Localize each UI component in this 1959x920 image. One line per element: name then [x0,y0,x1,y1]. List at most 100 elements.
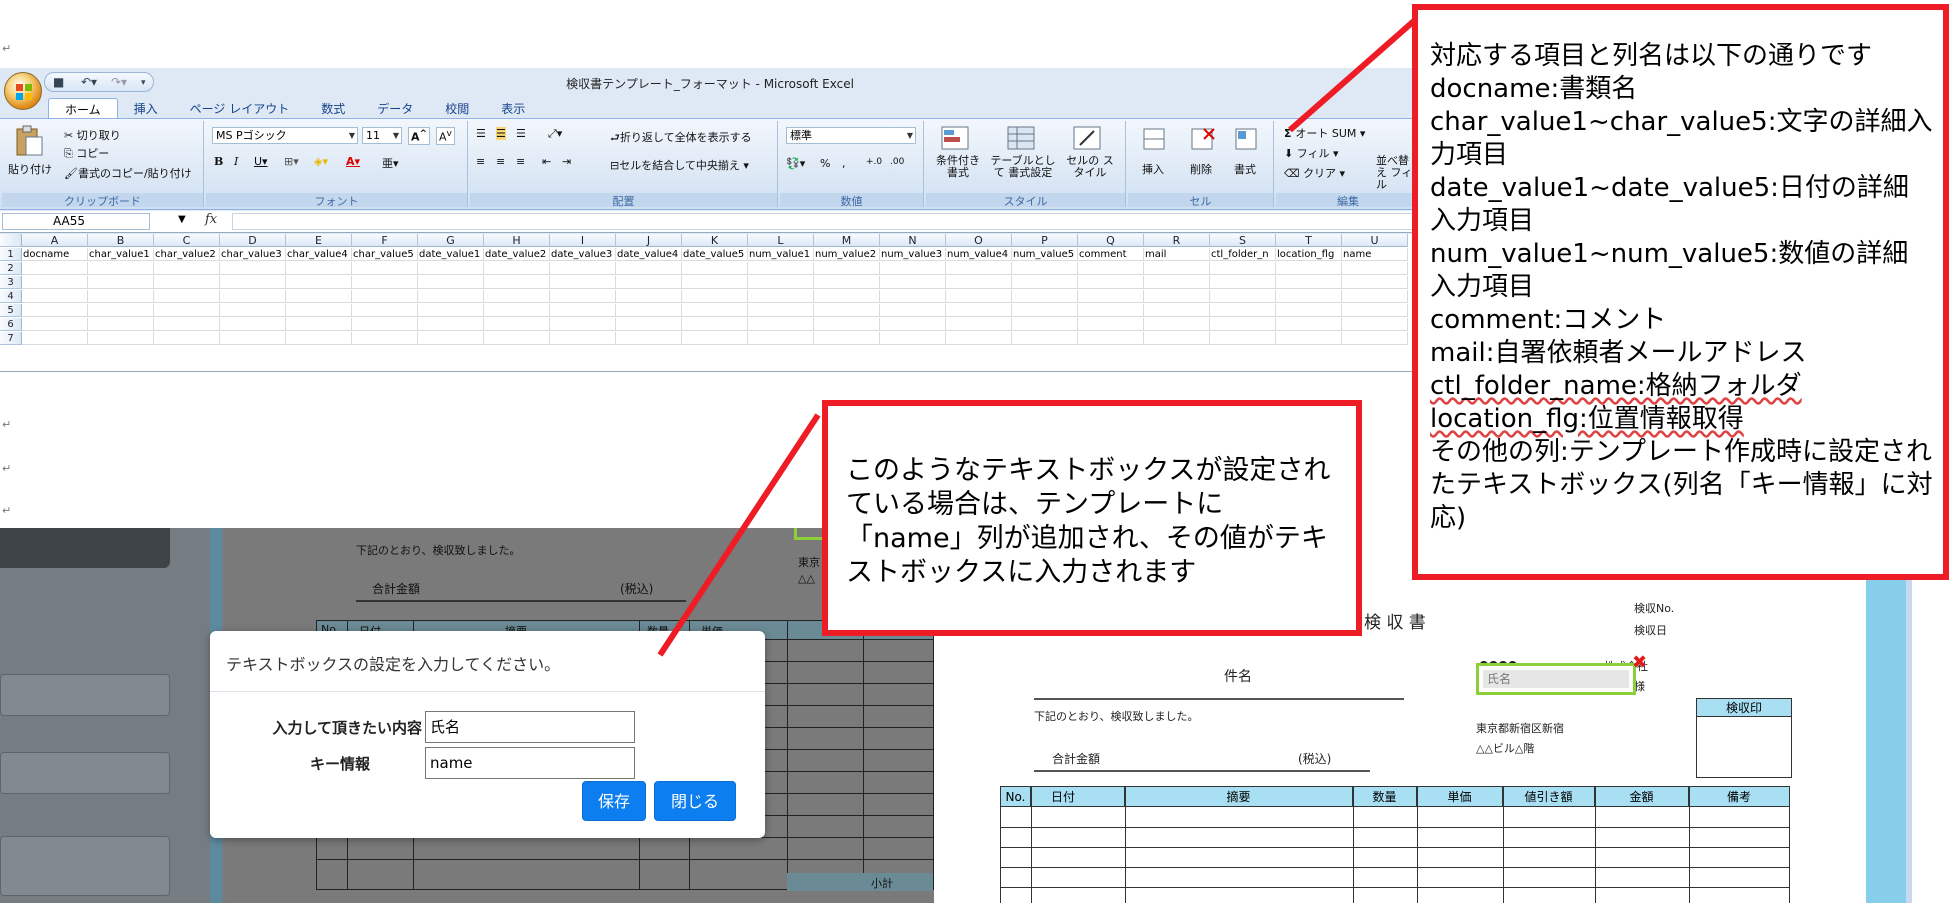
cell[interactable] [1078,332,1144,345]
cell[interactable] [550,262,616,275]
cell[interactable] [1144,332,1210,345]
cell[interactable] [220,262,286,275]
textbox-placeholder[interactable]: 氏名 [1476,663,1636,695]
cell[interactable] [1342,290,1408,303]
cell[interactable] [880,290,946,303]
cell[interactable]: num_value5 [1012,248,1078,261]
cell[interactable] [814,332,880,345]
grow-font-button[interactable]: A^ [408,127,431,145]
cell[interactable] [616,262,682,275]
cell[interactable]: char_value5 [352,248,418,261]
borders-icon[interactable]: ⊞▾ [284,155,299,168]
fill-button[interactable]: ⬇ フィル ▾ [1284,145,1339,161]
tab-review[interactable]: 校閲 [429,98,485,118]
cell[interactable] [616,290,682,303]
cell[interactable] [220,332,286,345]
insert-cells-icon[interactable] [1140,125,1168,153]
cell[interactable] [154,332,220,345]
cell[interactable] [1210,318,1276,331]
save-button[interactable]: 保存 [582,781,646,821]
cell[interactable]: date_value3 [550,248,616,261]
cell[interactable] [550,290,616,303]
delete-button[interactable]: 削除 [1190,161,1212,177]
cell[interactable] [154,290,220,303]
column-header[interactable]: O [946,234,1012,247]
cell[interactable] [1078,262,1144,275]
row-header[interactable]: 1 [0,248,22,261]
row-header[interactable]: 7 [0,332,22,345]
sort-filter-button[interactable]: 並べ替え フィル [1376,155,1416,191]
cell[interactable] [88,276,154,289]
format-painter-button[interactable]: 🖌書式のコピー/貼り付け [64,165,192,181]
cell[interactable] [484,332,550,345]
cell[interactable] [748,276,814,289]
align-right-icon[interactable]: ≡ [516,155,525,168]
cell[interactable] [880,318,946,331]
cell[interactable] [1342,276,1408,289]
paste-button[interactable]: 貼り付け [8,161,52,177]
column-header[interactable]: N [880,234,946,247]
cell[interactable] [1012,304,1078,317]
cell[interactable] [946,304,1012,317]
cell[interactable] [484,304,550,317]
cell[interactable] [946,262,1012,275]
cell[interactable] [22,262,88,275]
cell[interactable] [1276,304,1342,317]
cell[interactable] [682,290,748,303]
function-icon[interactable]: fx [205,212,217,227]
comma-icon[interactable]: , [842,157,846,170]
cell[interactable] [22,332,88,345]
cut-button[interactable]: ✂ 切り取り [64,127,121,143]
orientation-icon[interactable]: ⤢▾ [548,127,562,141]
cell[interactable]: date_value4 [616,248,682,261]
cell[interactable] [880,262,946,275]
column-header[interactable]: R [1144,234,1210,247]
column-header[interactable]: M [814,234,880,247]
cell[interactable] [814,290,880,303]
underline-button[interactable]: U▾ [254,155,268,168]
cell[interactable] [1144,318,1210,331]
cell[interactable]: date_value1 [418,248,484,261]
cell[interactable] [814,304,880,317]
cell[interactable] [1276,318,1342,331]
decrease-decimal-icon[interactable]: .00 [890,157,904,167]
delete-cells-icon[interactable] [1188,125,1216,153]
bold-button[interactable]: B [214,155,223,168]
cell[interactable] [352,304,418,317]
cell[interactable] [1144,304,1210,317]
cell[interactable] [352,262,418,275]
cell[interactable] [418,276,484,289]
cell[interactable] [880,304,946,317]
cell[interactable] [1012,262,1078,275]
cell[interactable] [418,290,484,303]
cell[interactable] [154,276,220,289]
currency-icon[interactable]: 💱▾ [786,157,805,170]
cell[interactable] [154,318,220,331]
align-bottom-icon[interactable]: ☰ [516,127,526,140]
cell[interactable] [946,318,1012,331]
cell[interactable] [418,262,484,275]
content-input[interactable]: 氏名 [425,711,635,743]
row-header[interactable]: 4 [0,290,22,303]
cell[interactable] [1276,290,1342,303]
align-middle-icon[interactable]: ☰ [496,127,506,140]
wrap-text-button[interactable]: ⮐折り返して全体を表示する [610,129,752,148]
cell[interactable] [1210,332,1276,345]
align-center-icon[interactable]: ≡ [496,155,505,168]
cell[interactable] [946,332,1012,345]
column-header[interactable]: F [352,234,418,247]
cell[interactable] [484,290,550,303]
cell[interactable] [286,332,352,345]
tab-view[interactable]: 表示 [485,98,541,118]
increase-indent-icon[interactable]: ⇥ [562,155,571,168]
cell[interactable]: char_value1 [88,248,154,261]
cell[interactable] [1276,262,1342,275]
align-top-icon[interactable]: ☰ [476,127,486,140]
cell[interactable] [286,318,352,331]
cell[interactable] [352,318,418,331]
column-header[interactable]: E [286,234,352,247]
cell[interactable] [880,332,946,345]
cell[interactable] [946,276,1012,289]
column-header[interactable]: K [682,234,748,247]
cell[interactable] [88,318,154,331]
